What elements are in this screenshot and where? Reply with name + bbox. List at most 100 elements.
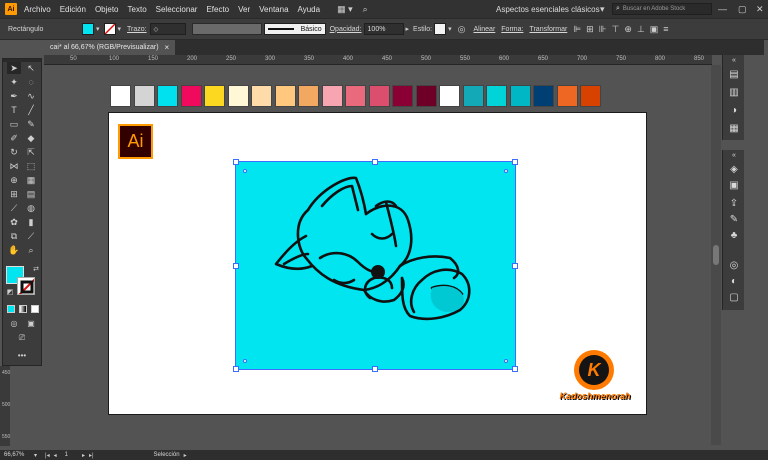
panel-menu-icon[interactable]: ≡ (663, 24, 668, 34)
document-tab[interactable]: cai* al 66,67% (RGB/Previsualizar) × (44, 40, 176, 55)
type-tool-icon[interactable]: T (7, 104, 21, 116)
shaper-tool-icon[interactable]: ✐ (7, 132, 21, 144)
palette-swatch[interactable] (274, 85, 296, 107)
rectangle-tool-icon[interactable]: ▭ (7, 118, 21, 130)
align-middle-icon[interactable]: ⊕ (624, 24, 632, 35)
panel-collapse-icon[interactable]: « (728, 150, 740, 162)
selection-handle[interactable] (233, 366, 239, 372)
brush-definition-field[interactable]: Básico (263, 23, 326, 35)
palette-swatch[interactable] (368, 85, 390, 107)
artboard-number[interactable]: 1 (65, 452, 68, 458)
shape-button[interactable]: Forma: (501, 26, 523, 33)
maximize-icon[interactable]: ▢ (738, 4, 747, 15)
magic-wand-tool-icon[interactable]: ✦ (7, 76, 21, 88)
appearance-panel-icon[interactable]: ◐ (728, 276, 740, 288)
selection-handle[interactable] (512, 366, 518, 372)
menu-edicion[interactable]: Edición (60, 5, 86, 14)
isolate-icon[interactable]: ▣ (650, 24, 659, 35)
menu-seleccionar[interactable]: Seleccionar (156, 5, 198, 14)
mesh-tool-icon[interactable]: ⊞ (7, 188, 21, 200)
opacity-chevron-icon[interactable]: ▸ (406, 25, 410, 33)
perspective-grid-tool-icon[interactable]: ▦ (24, 174, 38, 186)
slice-tool-icon[interactable]: ⟋ (24, 230, 38, 242)
opacity-field[interactable]: 100% (363, 23, 404, 35)
style-swatch[interactable] (434, 23, 447, 35)
last-artboard-icon[interactable]: ▸| (89, 452, 94, 459)
eyedropper-tool-icon[interactable]: ⟋ (7, 202, 21, 214)
lasso-tool-icon[interactable]: ◌ (24, 76, 38, 88)
selection-handle[interactable] (512, 159, 518, 165)
stroke-weight-field[interactable]: ◇ (149, 23, 186, 35)
color-panel-icon[interactable]: ◑ (728, 105, 740, 117)
close-window-icon[interactable]: ✕ (756, 4, 764, 15)
none-mode-icon[interactable] (31, 305, 39, 313)
palette-swatch[interactable] (415, 85, 437, 107)
stroke-swatch[interactable] (103, 23, 116, 35)
selection-handle[interactable] (233, 159, 239, 165)
menu-ayuda[interactable]: Ayuda (298, 5, 321, 14)
direct-selection-tool-icon[interactable]: ↖ (24, 62, 38, 74)
edit-toolbar-icon[interactable]: ••• (15, 350, 29, 362)
fill-chevron-icon[interactable]: ▾ (96, 25, 100, 33)
free-transform-tool-icon[interactable]: ⬚ (24, 160, 38, 172)
palette-swatch[interactable] (204, 85, 225, 107)
palette-swatch[interactable] (251, 85, 272, 107)
palette-swatch[interactable] (298, 85, 319, 107)
asset-export-icon[interactable]: ⇪ (728, 198, 740, 210)
selection-handle[interactable] (372, 159, 378, 165)
selection-handle[interactable] (233, 263, 239, 269)
minimize-icon[interactable]: — (718, 4, 727, 14)
align-center-icon[interactable]: ⊞ (586, 24, 594, 35)
selection-handle[interactable] (372, 366, 378, 372)
shape-builder-tool-icon[interactable]: ⊕ (7, 174, 21, 186)
align-left-icon[interactable]: ⊫ (573, 24, 581, 35)
swap-fill-stroke-icon[interactable]: ⇄ (29, 264, 43, 276)
vertical-scrollbar-thumb[interactable] (713, 245, 719, 265)
width-tool-icon[interactable]: ⋈ (7, 160, 21, 172)
first-artboard-icon[interactable]: |◂ (45, 452, 50, 459)
close-tab-icon[interactable]: × (165, 43, 170, 52)
curvature-tool-icon[interactable]: ∿ (24, 90, 38, 102)
gradient-tool-icon[interactable]: ▤ (24, 188, 38, 200)
palette-swatch[interactable] (227, 85, 249, 107)
stroke-chevron-icon[interactable]: ▾ (118, 25, 122, 33)
menu-ventana[interactable]: Ventana (259, 5, 288, 14)
status-chevron-icon[interactable]: ▸ (184, 452, 187, 459)
menu-objeto[interactable]: Objeto (95, 5, 119, 14)
variable-width-profile[interactable] (191, 23, 262, 35)
swatches-panel-icon[interactable]: ▦ (728, 123, 740, 135)
artboard-tool-icon[interactable]: ⧉ (7, 230, 21, 242)
palette-swatch[interactable] (157, 85, 178, 107)
artboards-panel-icon[interactable]: ▣ (728, 180, 740, 192)
pen-tool-icon[interactable]: ✒ (7, 90, 21, 102)
scale-tool-icon[interactable]: ⇱ (24, 146, 38, 158)
stroke-color-box[interactable] (17, 277, 35, 295)
recolor-icon[interactable]: ◎ (458, 24, 466, 35)
menu-texto[interactable]: Texto (128, 5, 147, 14)
arrange-documents-icon[interactable]: ▦ ▾ (337, 4, 353, 15)
symbol-sprayer-tool-icon[interactable]: ✿ (7, 216, 21, 228)
screen-mode-icon[interactable]: ▣ (24, 318, 38, 330)
default-fill-stroke-icon[interactable]: ◩ (3, 287, 17, 299)
palette-swatch[interactable] (321, 85, 343, 107)
color-mode-fill[interactable] (7, 305, 15, 313)
search-small-icon[interactable]: ⌕ (363, 4, 368, 15)
menu-archivo[interactable]: Archivo (24, 5, 51, 14)
column-graph-tool-icon[interactable]: ▮ (24, 216, 38, 228)
palette-swatch[interactable] (556, 85, 578, 107)
zoom-chevron-icon[interactable]: ▾ (34, 452, 37, 459)
hand-tool-icon[interactable]: ✋ (7, 244, 21, 256)
transform-button[interactable]: Transformar (529, 26, 567, 33)
rotate-tool-icon[interactable]: ↻ (7, 146, 21, 158)
properties-panel-icon[interactable]: ▤ (728, 69, 740, 81)
palette-swatch[interactable] (462, 85, 484, 107)
corner-widget[interactable] (243, 359, 247, 363)
menu-ver[interactable]: Ver (238, 5, 250, 14)
prev-artboard-icon[interactable]: ◂ (54, 452, 57, 459)
palette-swatch[interactable] (180, 85, 202, 107)
align-button[interactable]: Alinear (473, 26, 495, 33)
eraser-tool-icon[interactable]: ◆ (24, 132, 38, 144)
change-screen-mode-icon[interactable]: ⎚ (15, 332, 29, 344)
libraries-panel-icon[interactable]: ▥ (728, 87, 740, 99)
horizontal-ruler[interactable]: 50 100 150 200 250 300 350 400 450 500 550 600 650 70… (44, 55, 712, 65)
